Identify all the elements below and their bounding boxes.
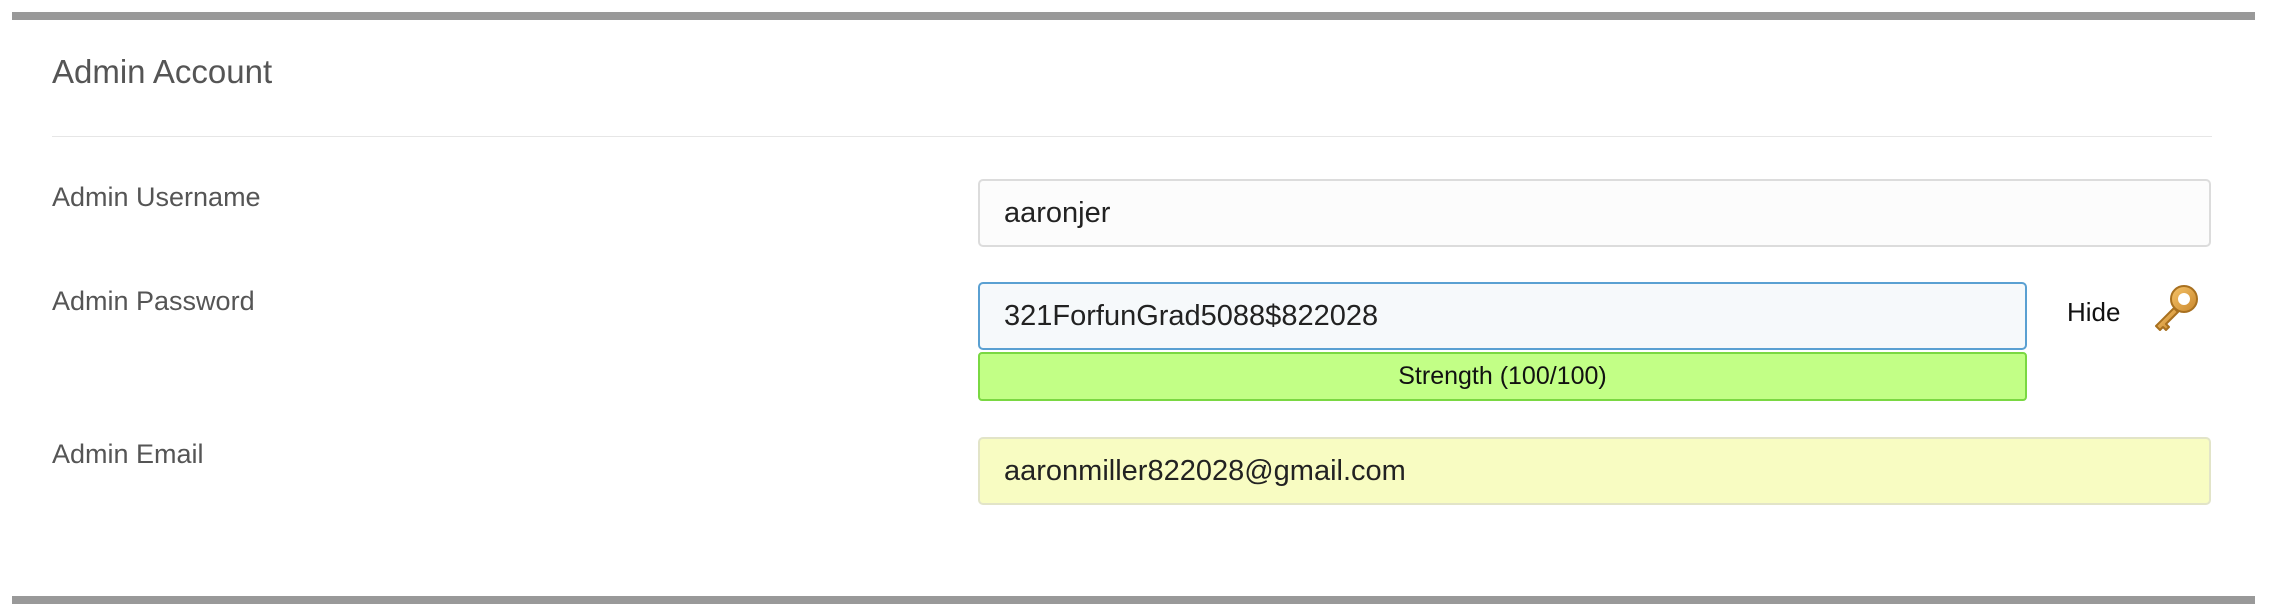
email-label: Admin Email (52, 439, 204, 469)
key-icon[interactable] (2150, 282, 2202, 334)
bottom-divider-bar (12, 596, 2255, 604)
top-divider-bar (12, 12, 2255, 20)
username-input[interactable] (978, 179, 2211, 247)
section-title: Admin Account (52, 53, 273, 90)
email-input[interactable] (978, 437, 2211, 505)
section-divider (52, 136, 2212, 137)
password-input[interactable] (978, 282, 2027, 350)
hide-password-button[interactable]: Hide (2067, 296, 2120, 328)
password-label: Admin Password (52, 286, 255, 316)
password-strength-meter: Strength (100/100) (978, 352, 2027, 401)
username-label: Admin Username (52, 182, 261, 212)
